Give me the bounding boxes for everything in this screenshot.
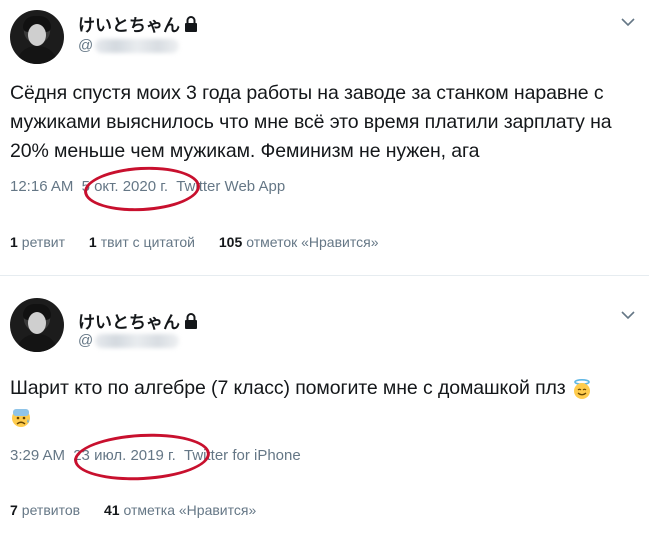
tweet-1[interactable]: けいとちゃん @ Сёдня спустя моих 3 года работы…	[0, 0, 649, 275]
tweet-time[interactable]: 3:29 AM	[10, 447, 65, 464]
avatar[interactable]	[10, 298, 64, 352]
tweet-text: Шарит кто по алгебре (7 класс) помогите …	[10, 374, 640, 432]
annotation-circle	[82, 163, 202, 215]
user-handle[interactable]: @	[78, 37, 180, 54]
retweet-count[interactable]: 7 ретвитов	[10, 502, 80, 518]
blurred-handle	[95, 38, 180, 53]
display-name[interactable]: けいとちゃん	[78, 11, 198, 36]
lock-icon	[185, 312, 197, 329]
lock-icon	[185, 15, 197, 32]
user-handle[interactable]: @	[78, 332, 180, 349]
retweet-count[interactable]: 1 ретвит	[10, 234, 65, 250]
like-count[interactable]: 105 отметок «Нравится»	[219, 234, 379, 250]
tweet-stats: 1 ретвит 1 твит с цитатой 105 отметок «Нрав…	[10, 234, 398, 250]
divider	[0, 275, 649, 276]
like-count[interactable]: 41 отметка «Нравится»	[104, 502, 256, 518]
worried-emoji-icon	[12, 408, 30, 427]
blurred-handle	[95, 333, 180, 348]
angel-emoji-icon	[573, 378, 590, 399]
tweet-text: Сёдня спустя моих 3 года работы на завод…	[10, 82, 612, 162]
annotation-circle	[72, 430, 212, 484]
tweet-time[interactable]: 12:16 AM	[10, 178, 73, 195]
chevron-down-icon[interactable]	[621, 310, 635, 320]
tweet-2[interactable]: けいとちゃん @ Шарит кто по алгебре (7 класс) …	[0, 286, 649, 551]
chevron-down-icon[interactable]	[621, 17, 635, 27]
display-name[interactable]: けいとちゃん	[78, 308, 198, 333]
avatar[interactable]	[10, 10, 64, 64]
quote-count[interactable]: 1 твит с цитатой	[89, 234, 195, 250]
tweet-stats: 7 ретвитов 41 отметка «Нравится»	[10, 502, 276, 518]
